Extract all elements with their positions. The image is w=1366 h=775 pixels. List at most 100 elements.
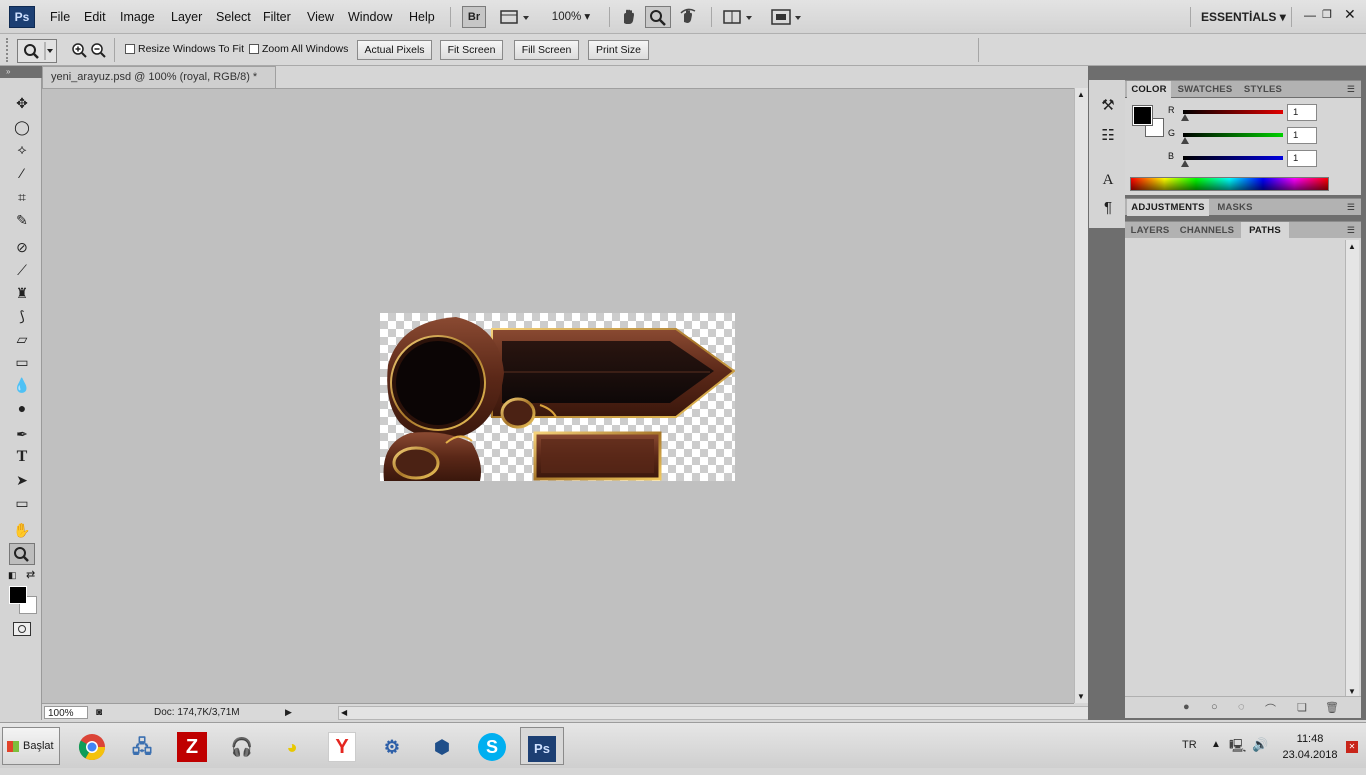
green-slider[interactable] <box>1183 133 1283 137</box>
tool-preset-picker[interactable] <box>17 39 57 63</box>
screen-mode-button[interactable] <box>766 6 804 28</box>
tab-layers[interactable]: LAYERS <box>1127 222 1173 239</box>
menu-window[interactable]: Window <box>348 10 392 24</box>
zoom-out-button[interactable] <box>89 41 107 59</box>
menu-file[interactable]: File <box>50 10 70 24</box>
zoom-field[interactable]: 100% <box>44 706 88 719</box>
panel-menu-icon[interactable]: ☰ <box>1347 225 1355 236</box>
taskbar-skype[interactable]: S <box>470 727 514 765</box>
menu-filter[interactable]: Filter <box>263 10 291 24</box>
path-selection-tool[interactable]: ➤ <box>9 469 35 491</box>
lasso-tool[interactable]: ⟡ <box>9 138 35 160</box>
zoom-tool[interactable] <box>9 543 35 565</box>
gradient-tool[interactable]: ▭ <box>9 351 35 373</box>
red-slider-handle[interactable] <box>1181 114 1189 121</box>
start-button[interactable]: Başlat <box>2 727 60 765</box>
canvas-area[interactable] <box>42 88 1074 703</box>
tab-masks[interactable]: MASKS <box>1211 199 1259 216</box>
new-path-icon[interactable]: ❏ <box>1297 701 1307 714</box>
document-canvas[interactable] <box>380 313 735 481</box>
tab-adjustments[interactable]: ADJUSTMENTS <box>1127 199 1209 216</box>
panel-menu-icon[interactable]: ☰ <box>1347 84 1355 95</box>
restore-icon[interactable]: ❐ <box>1322 8 1332 21</box>
taskbar-photoshop[interactable]: Ps <box>520 727 564 765</box>
document-tab[interactable]: yeni_arayuz.psd @ 100% (royal, RGB/8) * <box>42 66 276 88</box>
tab-channels[interactable]: CHANNELS <box>1175 222 1239 239</box>
blue-slider[interactable] <box>1183 156 1283 160</box>
vertical-scrollbar[interactable]: ▲ ▼ <box>1074 88 1088 703</box>
rotate-view-button[interactable] <box>676 6 702 28</box>
close-icon[interactable]: ✕ <box>1344 6 1356 23</box>
tray-volume-icon[interactable]: 🔊 <box>1252 737 1268 753</box>
taskbar-yandex[interactable]: Y <box>320 727 364 765</box>
clock-time[interactable]: 11:48 <box>1280 733 1340 745</box>
blue-value-input[interactable]: 1 <box>1287 150 1317 167</box>
actual-pixels-button[interactable]: Actual Pixels <box>357 40 432 60</box>
horizontal-scrollbar[interactable]: ◀ ▶ <box>338 706 1114 720</box>
pen-tool[interactable]: ✒ <box>9 423 35 445</box>
brush-tool[interactable]: ⟋ <box>9 259 35 281</box>
paths-scrollbar[interactable]: ▲ ▼ <box>1345 240 1359 698</box>
bridge-button[interactable]: Br <box>462 6 486 28</box>
action-center-icon[interactable]: ✕ <box>1346 741 1358 753</box>
taskbar-pidgin[interactable]: ◕ <box>270 727 314 765</box>
magic-wand-tool[interactable]: ⁄ <box>9 162 35 184</box>
blur-tool[interactable]: 💧 <box>9 374 35 396</box>
fit-screen-button[interactable]: Fit Screen <box>440 40 503 60</box>
green-value-input[interactable]: 1 <box>1287 127 1317 144</box>
resize-windows-checkbox[interactable] <box>125 44 135 54</box>
zoom-tool-button[interactable] <box>645 6 671 28</box>
foreground-color-swatch[interactable] <box>9 586 27 604</box>
zoom-in-button[interactable] <box>70 41 88 59</box>
tray-network-icon[interactable]: 🖳 <box>1229 737 1246 759</box>
scroll-down-icon[interactable]: ▼ <box>1348 687 1356 696</box>
eyedropper-tool[interactable]: ✎ <box>9 209 35 231</box>
crop-tool[interactable]: ⌗ <box>9 186 35 208</box>
dodge-tool[interactable]: ● <box>9 397 35 419</box>
taskbar-network[interactable]: 🖧 <box>120 727 164 765</box>
history-brush-tool[interactable]: ⟆ <box>9 305 35 327</box>
menu-help[interactable]: Help <box>409 10 435 24</box>
character-icon[interactable]: A <box>1098 170 1118 190</box>
scroll-down-icon[interactable]: ▼ <box>1077 692 1085 701</box>
color-spectrum-bar[interactable] <box>1130 177 1329 191</box>
delete-path-icon[interactable]: 🗑 <box>1325 701 1339 714</box>
stroke-path-icon[interactable]: ○ <box>1211 701 1218 713</box>
shape-tool[interactable]: ▭ <box>9 492 35 514</box>
history-icon[interactable]: ☷ <box>1098 126 1118 146</box>
paragraph-icon[interactable]: ¶ <box>1098 198 1118 218</box>
clone-stamp-tool[interactable]: ♜ <box>9 282 35 304</box>
scroll-left-icon[interactable]: ◀ <box>341 708 347 717</box>
tab-paths[interactable]: PATHS <box>1241 222 1289 239</box>
make-work-path-icon[interactable]: ⌒ <box>1265 701 1276 717</box>
tool-presets-icon[interactable]: ⚒ <box>1098 96 1118 116</box>
default-colors-icon[interactable]: ◧ <box>8 570 17 581</box>
fill-screen-button[interactable]: Fill Screen <box>514 40 579 60</box>
tray-expand-icon[interactable]: ▲ <box>1211 739 1221 750</box>
blue-slider-handle[interactable] <box>1181 160 1189 167</box>
workspace-switcher[interactable]: ESSENTİALS ▾ <box>1201 10 1286 24</box>
clock-date[interactable]: 23.04.2018 <box>1276 749 1344 761</box>
green-slider-handle[interactable] <box>1181 137 1189 144</box>
zoom-all-windows-checkbox[interactable] <box>249 44 259 54</box>
tab-color[interactable]: COLOR <box>1127 81 1171 98</box>
scroll-up-icon[interactable]: ▲ <box>1077 90 1085 99</box>
minimize-icon[interactable]: — <box>1304 8 1316 22</box>
swap-colors-icon[interactable]: ⇄ <box>26 568 35 581</box>
eraser-tool[interactable]: ▱ <box>9 328 35 350</box>
healing-brush-tool[interactable]: ⊘ <box>9 236 35 258</box>
menu-layer[interactable]: Layer <box>171 10 202 24</box>
panel-menu-icon[interactable]: ☰ <box>1347 202 1355 213</box>
taskbar-toolkit[interactable]: ⚙ <box>370 727 414 765</box>
print-size-button[interactable]: Print Size <box>588 40 649 60</box>
hand-tool-button[interactable] <box>617 6 641 28</box>
taskbar-chrome[interactable] <box>70 727 114 765</box>
arrange-documents-button[interactable] <box>719 6 755 28</box>
menu-edit[interactable]: Edit <box>84 10 106 24</box>
tab-swatches[interactable]: SWATCHES <box>1173 81 1237 98</box>
view-extras-button[interactable] <box>496 6 532 28</box>
type-tool[interactable]: T <box>9 446 35 468</box>
tab-styles[interactable]: STYLES <box>1239 81 1287 98</box>
taskbar-virtualbox[interactable]: ⬢ <box>420 727 464 765</box>
marquee-tool[interactable]: ◯ <box>9 116 35 138</box>
